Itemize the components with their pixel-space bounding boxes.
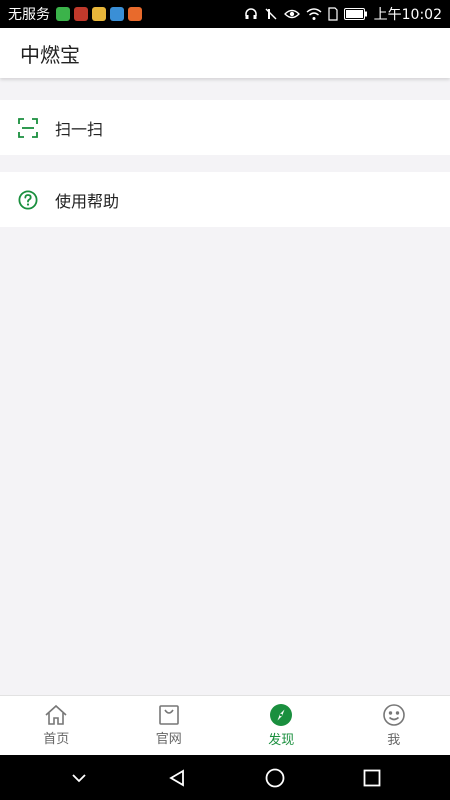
recent-apps-icon[interactable] [363, 769, 381, 787]
mute-icon [265, 8, 277, 20]
eye-icon [283, 9, 300, 19]
help-label: 使用帮助 [55, 191, 120, 211]
tab-official-site[interactable]: 官网 [113, 696, 226, 755]
shopping-bag-icon [158, 705, 179, 725]
scan-label: 扫一扫 [55, 119, 104, 139]
home-circle-icon[interactable] [265, 768, 285, 788]
hide-keyboard-icon[interactable] [69, 771, 89, 785]
app-notification-icon [128, 7, 142, 21]
scan-icon [18, 117, 38, 138]
bottom-tab-bar: 首页 官网 发现 我 [0, 695, 450, 755]
help-menu-item[interactable]: 使用帮助 [0, 172, 450, 227]
wifi-icon [306, 8, 322, 20]
compass-icon [270, 704, 293, 726]
tab-official-site-label: 官网 [155, 732, 182, 747]
app-header: 中燃宝 [0, 28, 450, 78]
home-icon [45, 704, 67, 725]
sim-icon [328, 7, 338, 21]
status-bar: 无服务 上午10:02 [0, 0, 450, 28]
page-title: 中燃宝 [20, 42, 80, 67]
back-icon[interactable] [167, 768, 187, 788]
status-left: 无服务 [8, 4, 142, 24]
tab-me-label: 我 [387, 733, 401, 748]
headphones-icon [244, 8, 257, 19]
tab-home[interactable]: 首页 [0, 696, 113, 755]
carrier-text: 无服务 [8, 7, 50, 23]
scan-menu-item[interactable]: 扫一扫 [0, 100, 450, 155]
tab-discover[interactable]: 发现 [225, 696, 338, 755]
app-notification-icon [110, 7, 124, 21]
tab-discover-label: 发现 [268, 733, 295, 748]
battery-icon [343, 8, 367, 20]
clock-text: 上午10:02 [373, 7, 442, 23]
app-notification-icon [56, 7, 70, 21]
help-icon [18, 189, 38, 210]
status-right: 上午10:02 [244, 4, 442, 24]
smiley-icon [382, 704, 405, 726]
tab-home-label: 首页 [43, 732, 70, 747]
system-nav-bar [0, 755, 450, 800]
tab-me[interactable]: 我 [338, 696, 450, 755]
app-notification-icon [92, 7, 106, 21]
app-notification-icon [74, 7, 88, 21]
